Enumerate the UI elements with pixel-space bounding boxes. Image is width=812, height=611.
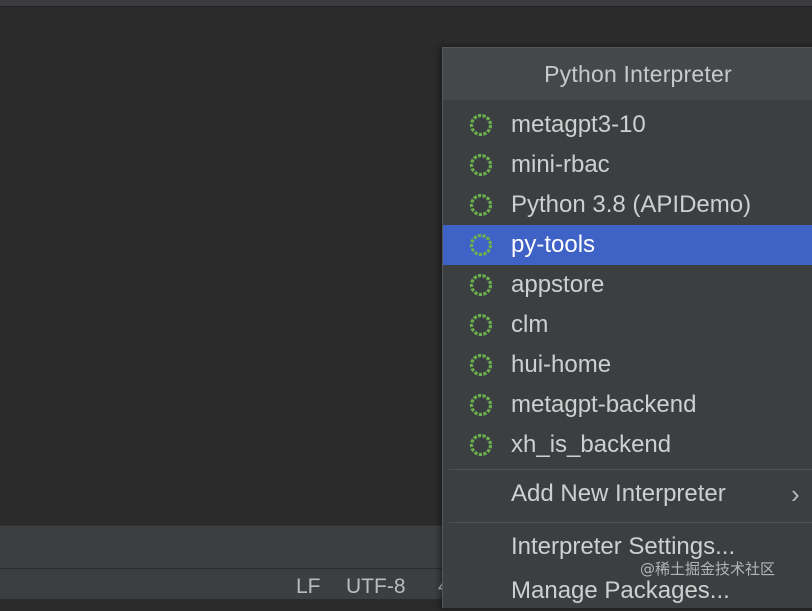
add-new-interpreter-label: Add New Interpreter xyxy=(511,480,726,507)
python-interpreter-icon xyxy=(469,353,493,377)
interpreter-item[interactable]: metagpt-backend xyxy=(443,385,812,425)
interpreter-list: metagpt3-10 mini-rbac Python 3.8 (APIDem… xyxy=(443,105,812,611)
interpreter-label: xh_is_backend xyxy=(511,431,672,458)
python-interpreter-icon xyxy=(469,393,493,417)
interpreter-item[interactable]: xh_is_backend xyxy=(443,425,812,465)
window-top-strip xyxy=(0,0,812,7)
watermark: @稀土掘金技术社区 xyxy=(640,560,776,578)
encoding-indicator[interactable]: UTF-8 xyxy=(346,575,406,599)
interpreter-label: clm xyxy=(511,311,549,338)
interpreter-label: appstore xyxy=(511,271,605,298)
python-interpreter-icon xyxy=(469,313,493,337)
interpreter-item[interactable]: metagpt3-10 xyxy=(443,105,812,145)
python-interpreter-icon xyxy=(469,193,493,217)
interpreter-label: hui-home xyxy=(511,351,612,378)
popup-title: Python Interpreter xyxy=(443,48,812,100)
interpreter-item[interactable]: hui-home xyxy=(443,345,812,385)
chevron-right-icon: › xyxy=(791,479,800,509)
line-separator-indicator[interactable]: LF xyxy=(296,575,321,599)
python-interpreter-icon xyxy=(469,113,493,137)
python-interpreter-popup: Python Interpreter metagpt3-10 mini-rbac… xyxy=(442,47,812,608)
add-new-interpreter-item[interactable]: Add New Interpreter › xyxy=(443,470,812,518)
python-interpreter-icon xyxy=(469,153,493,177)
interpreter-label: metagpt-backend xyxy=(511,391,697,418)
interpreter-item[interactable]: appstore xyxy=(443,265,812,305)
python-interpreter-icon xyxy=(469,433,493,457)
interpreter-item-selected[interactable]: py-tools xyxy=(443,225,812,265)
interpreter-item[interactable]: Python 3.8 (APIDemo) xyxy=(443,185,812,225)
interpreter-item[interactable]: mini-rbac xyxy=(443,145,812,185)
python-interpreter-icon xyxy=(469,273,493,297)
python-interpreter-icon xyxy=(469,233,493,257)
interpreter-item[interactable]: clm xyxy=(443,305,812,345)
interpreter-label: mini-rbac xyxy=(511,151,610,178)
interpreter-label: py-tools xyxy=(511,231,596,258)
interpreter-label: metagpt3-10 xyxy=(511,111,646,138)
interpreter-label: Python 3.8 (APIDemo) xyxy=(511,191,752,218)
